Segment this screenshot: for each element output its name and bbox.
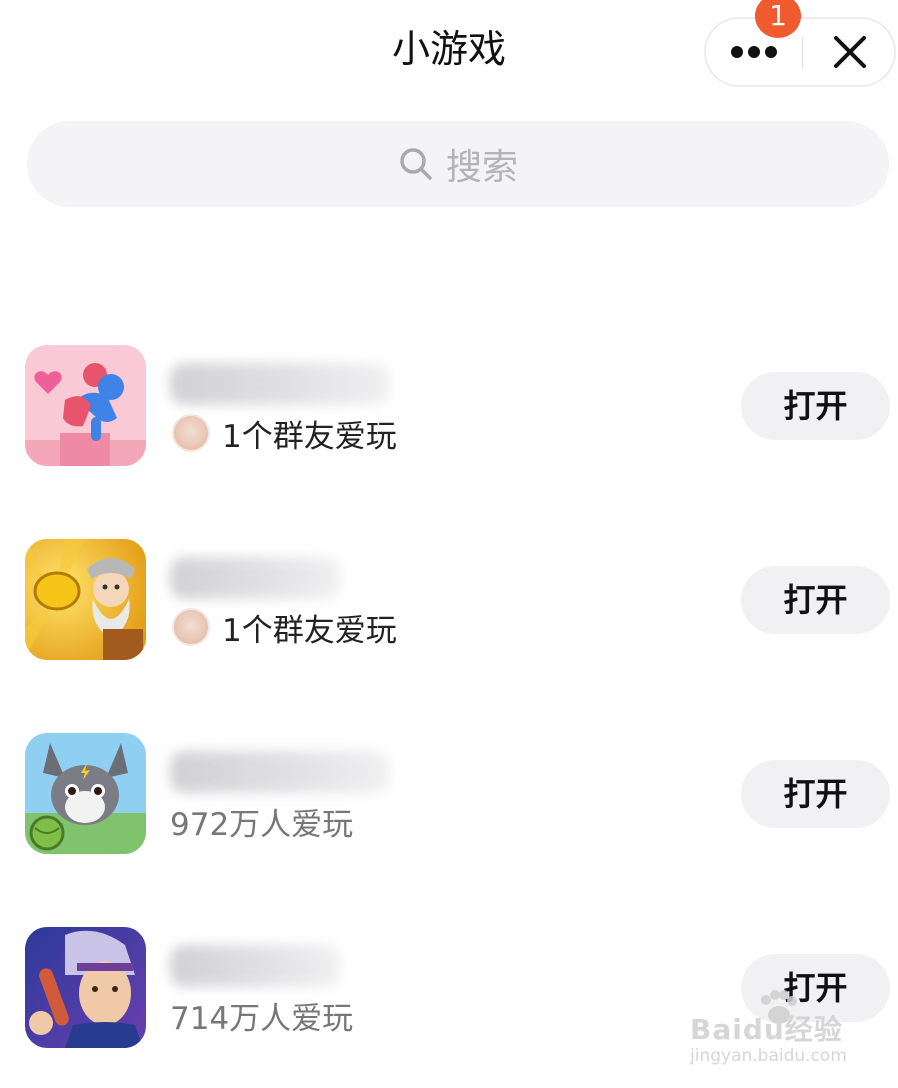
mini-program-capsule <box>704 17 896 87</box>
game-name-blurred <box>170 363 390 405</box>
players-count: 714万人爱玩 <box>170 1000 354 1037</box>
open-button[interactable]: 打开 <box>741 760 890 828</box>
game-icon-cartoon[interactable] <box>25 733 146 854</box>
game-icon-hero[interactable] <box>25 927 146 1048</box>
open-button[interactable]: 打开 <box>741 372 890 440</box>
game-list-item[interactable]: 1个群友爱玩 打开 <box>0 345 898 469</box>
close-icon <box>833 36 866 68</box>
game-list-item[interactable]: 1个群友爱玩 打开 <box>0 539 898 663</box>
search-icon <box>400 148 432 180</box>
players-count: 972万人爱玩 <box>170 806 354 843</box>
friends-play-info: 1个群友爱玩 <box>172 411 397 455</box>
more-dots-icon <box>731 46 777 58</box>
header: 小游戏 1 <box>0 0 898 100</box>
friends-play-text: 1个群友爱玩 <box>222 612 397 649</box>
friend-avatar <box>172 608 210 646</box>
game-name-blurred <box>170 557 340 599</box>
search-bar[interactable]: 搜索 <box>27 121 889 207</box>
watermark-main: Baidu经验 <box>690 1013 843 1046</box>
watermark-sub: jingyan.baidu.com <box>690 1046 847 1066</box>
friend-avatar <box>172 414 210 452</box>
close-button[interactable] <box>803 19 896 85</box>
game-icon-gold-miner[interactable] <box>25 539 146 660</box>
open-button[interactable]: 打开 <box>741 566 890 634</box>
game-icon-jump[interactable] <box>25 345 146 466</box>
friends-play-text: 1个群友爱玩 <box>222 418 397 455</box>
game-name-blurred <box>170 751 390 793</box>
game-name-blurred <box>170 945 340 987</box>
game-list-item[interactable]: 972万人爱玩 打开 <box>0 733 898 857</box>
friends-play-info: 1个群友爱玩 <box>172 605 397 649</box>
search-placeholder: 搜索 <box>445 147 518 188</box>
baidu-watermark: Baidu经验 jingyan.baidu.com <box>690 990 860 1070</box>
